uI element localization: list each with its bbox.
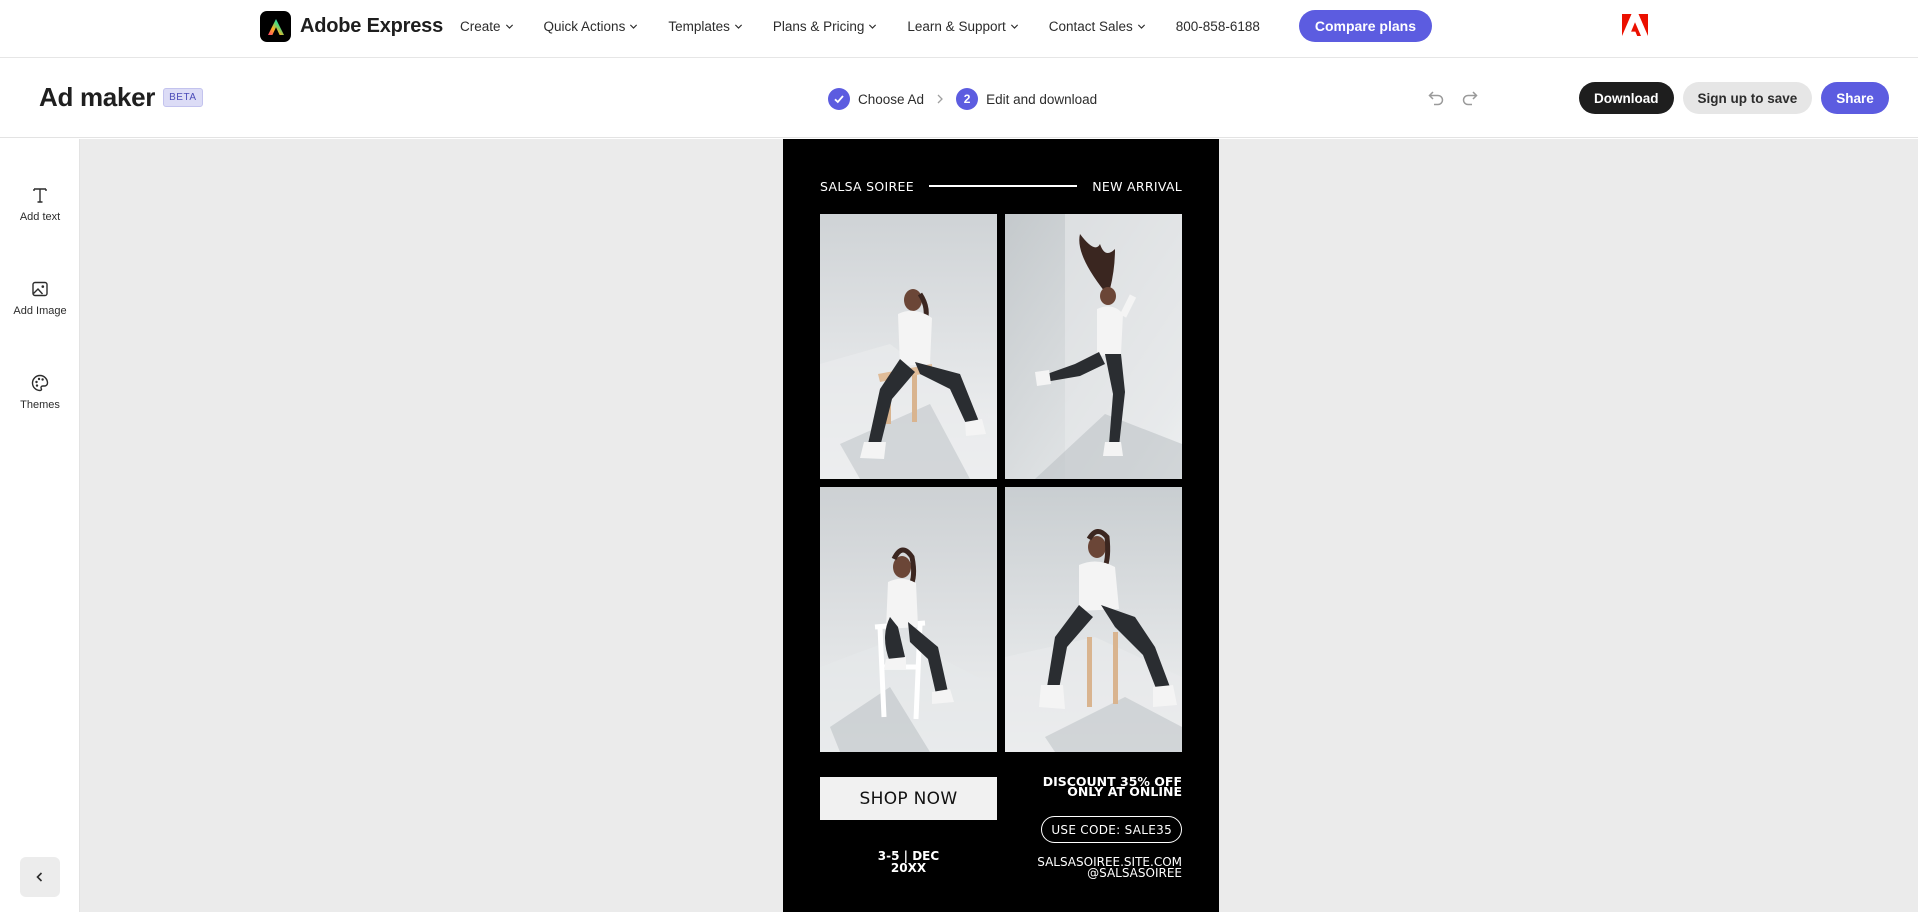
step-2-label: Edit and download [986, 91, 1098, 107]
ad-photo-3[interactable] [820, 487, 997, 752]
chevron-down-icon [869, 23, 877, 29]
ad-promo-code[interactable]: USE CODE: SALE35 [1041, 816, 1182, 843]
nav-item-quick-actions[interactable]: Quick Actions [544, 19, 639, 34]
ad-discount-text[interactable]: DISCOUNT 35% OFF ONLY AT ONLINE [1043, 775, 1182, 798]
step-2-indicator: 2 [956, 88, 979, 110]
add-text-label: Add text [19, 211, 61, 223]
adobe-express-brand[interactable]: Adobe Express [260, 11, 443, 42]
app-header: Ad maker BETA Choose Ad 2 Edit and downl… [0, 58, 1918, 138]
image-icon [32, 281, 48, 297]
header-actions: Download Sign up to save Share [1579, 82, 1889, 114]
add-text-tool[interactable]: Add text [0, 185, 80, 223]
ad-preview[interactable]: SALSA SOIREE NEW ARRIVAL SHOP NOW 3-5 | … [783, 139, 1219, 912]
chevron-left-icon [36, 872, 43, 882]
text-icon [33, 188, 47, 203]
ad-photo-1[interactable] [820, 214, 997, 479]
ad-shop-now-button[interactable]: SHOP NOW [820, 777, 997, 820]
adobe-express-logo-icon [260, 11, 291, 42]
chevron-down-icon [734, 23, 742, 29]
sales-phone-link[interactable]: 800-858-6188 [1176, 19, 1260, 34]
chevron-right-icon [937, 94, 943, 104]
download-button[interactable]: Download [1579, 82, 1674, 114]
chevron-down-icon [1137, 23, 1145, 29]
ad-dates[interactable]: 3-5 | DEC 20XX [820, 850, 997, 874]
checkmark-icon [834, 95, 844, 104]
history-controls [1426, 88, 1480, 108]
step-1-label[interactable]: Choose Ad [858, 92, 924, 107]
add-image-tool[interactable]: Add Image [0, 279, 80, 317]
step-separator [936, 94, 944, 104]
chevron-down-icon [505, 23, 513, 29]
brand-name: Adobe Express [300, 15, 444, 37]
step-1-complete-indicator[interactable] [828, 88, 850, 110]
nav-item-templates[interactable]: Templates [668, 19, 743, 34]
global-nav-menu: Create Quick Actions Templates Plans & P… [460, 0, 1432, 52]
nav-item-plans-pricing[interactable]: Plans & Pricing [773, 19, 878, 34]
nav-item-contact-sales[interactable]: Contact Sales [1049, 19, 1146, 34]
chevron-down-icon [630, 23, 638, 29]
chevron-down-icon [1010, 23, 1018, 29]
beta-badge: BETA [163, 88, 203, 107]
app-title-group: Ad maker BETA [39, 82, 203, 113]
add-image-label: Add Image [13, 305, 67, 317]
ad-contact-info[interactable]: SALSASOIREE.SITE.COM @SALSASOIREE [1037, 856, 1182, 879]
themes-tool[interactable]: Themes [0, 373, 80, 411]
left-tool-rail: Add text Add Image Themes [0, 139, 80, 912]
share-button[interactable]: Share [1821, 82, 1889, 114]
ad-brand-name[interactable]: SALSA SOIREE [820, 179, 914, 194]
nav-item-create[interactable]: Create [460, 19, 514, 34]
themes-label: Themes [20, 399, 60, 411]
ad-photo-4[interactable] [1005, 487, 1182, 752]
collapse-rail-button[interactable] [20, 857, 60, 897]
adobe-logo-icon[interactable] [1622, 14, 1648, 38]
ad-photo-2[interactable] [1005, 214, 1182, 479]
sign-up-to-save-button[interactable]: Sign up to save [1682, 82, 1813, 114]
compare-plans-button[interactable]: Compare plans [1298, 10, 1432, 42]
undo-icon[interactable] [1426, 88, 1446, 108]
ad-new-arrival[interactable]: NEW ARRIVAL [1092, 179, 1182, 194]
stepper: Choose Ad 2 Edit and download [828, 88, 1097, 110]
redo-icon[interactable] [1460, 88, 1480, 108]
nav-item-learn-support[interactable]: Learn & Support [907, 19, 1018, 34]
palette-icon [31, 374, 49, 392]
global-nav: Adobe Express Create Quick Actions Templ… [0, 0, 1918, 58]
page-title: Ad maker [39, 82, 156, 112]
ad-top-bar: SALSA SOIREE NEW ARRIVAL [820, 177, 1182, 195]
ad-divider-line [928, 185, 1078, 187]
editor-canvas[interactable]: SALSA SOIREE NEW ARRIVAL SHOP NOW 3-5 | … [80, 139, 1918, 912]
